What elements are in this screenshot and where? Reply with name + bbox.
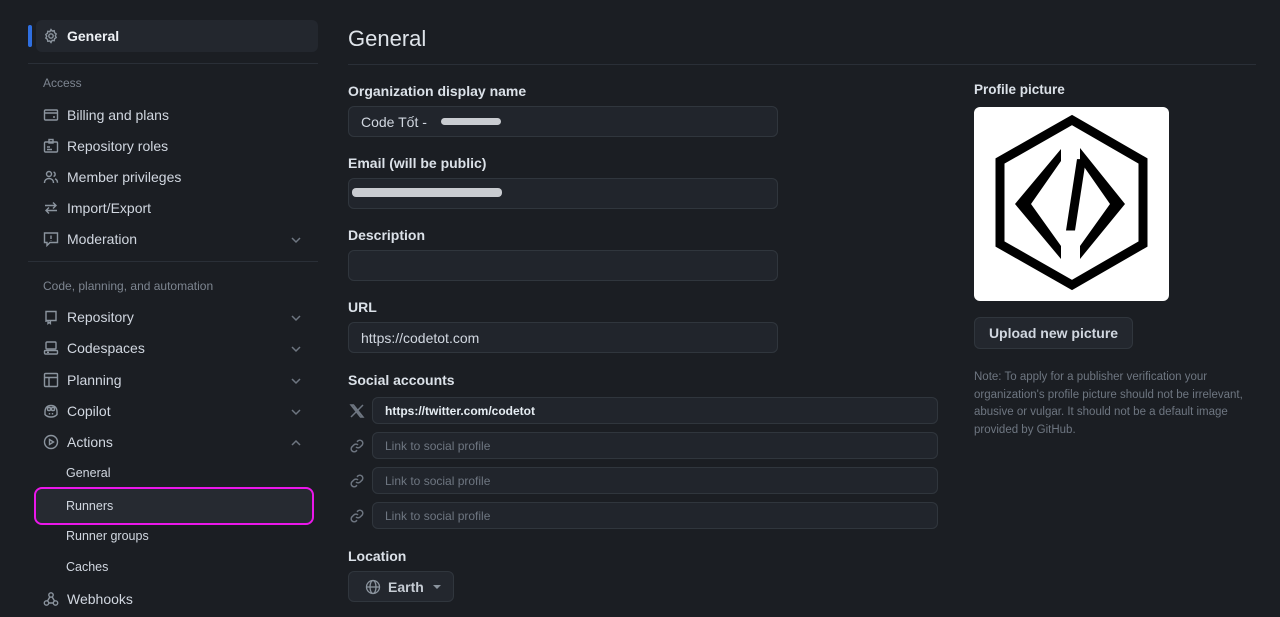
link-icon (348, 437, 365, 454)
title-divider (348, 64, 1256, 65)
credit-card-icon (43, 107, 59, 123)
copilot-icon (43, 403, 59, 419)
arrow-switch-icon (43, 200, 59, 216)
redaction-mark (352, 188, 502, 197)
sidebar-subitem-runner-groups[interactable]: Runner groups (36, 521, 312, 551)
id-badge-icon (43, 138, 59, 154)
sidebar-item-import-export[interactable]: Import/Export (36, 192, 318, 224)
display-name-input[interactable] (348, 106, 778, 137)
url-label: URL (348, 299, 377, 315)
sidebar-item-member-privileges[interactable]: Member privileges (36, 161, 318, 193)
chevron-down-icon[interactable] (290, 405, 302, 417)
sidebar-subitem-actions-general[interactable]: General (36, 458, 312, 488)
chevron-down-icon[interactable] (290, 374, 302, 386)
sidebar-item-label: Moderation (67, 231, 138, 247)
section-label-code-planning: Code, planning, and automation (43, 279, 214, 293)
social-account-row (348, 467, 938, 494)
chevron-down-icon[interactable] (290, 342, 302, 354)
section-label-access: Access (43, 76, 82, 90)
sidebar-divider (28, 261, 318, 262)
profile-picture-note: Note: To apply for a publisher verificat… (974, 371, 1243, 436)
webhook-icon (43, 591, 59, 607)
sidebar-item-label: Import/Export (67, 200, 152, 216)
sidebar-item-repository-roles[interactable]: Repository roles (36, 130, 318, 162)
table-icon (43, 372, 59, 388)
upload-picture-button[interactable]: Upload new picture (974, 317, 1133, 349)
social-link-input[interactable] (372, 397, 938, 424)
social-account-row (348, 397, 938, 424)
sidebar-item-webhooks[interactable]: Webhooks (36, 583, 318, 615)
active-indicator (28, 25, 32, 47)
sidebar-subitem-runners[interactable]: Runners (34, 487, 314, 525)
settings-sidebar: General Access Billing and plans Reposit… (28, 20, 318, 607)
display-name-label: Organization display name (348, 83, 527, 99)
sidebar-subitem-label: Runners (66, 499, 114, 513)
sidebar-item-planning[interactable]: Planning (36, 364, 318, 396)
link-icon (348, 507, 365, 524)
x-twitter-icon (348, 402, 365, 419)
avatar[interactable] (974, 107, 1169, 301)
report-icon (43, 231, 59, 247)
sidebar-subitem-label: General (66, 466, 111, 480)
description-label: Description (348, 227, 426, 243)
sidebar-subitem-label: Runner groups (66, 529, 149, 543)
chevron-down-icon[interactable] (290, 233, 302, 245)
profile-picture-label: Profile picture (974, 82, 1065, 97)
people-icon (43, 169, 59, 185)
sidebar-subitem-caches[interactable]: Caches (36, 552, 312, 582)
code-hexagon-logo (995, 114, 1148, 291)
location-value: Earth (388, 578, 424, 595)
sidebar-item-general[interactable]: General (36, 20, 318, 52)
link-icon (348, 472, 365, 489)
sidebar-subitem-label: Caches (66, 560, 109, 574)
sidebar-item-label: Actions (67, 434, 113, 450)
description-input[interactable] (348, 250, 778, 281)
location-label: Location (348, 548, 407, 564)
url-input[interactable] (348, 322, 778, 353)
codespaces-icon (43, 340, 59, 356)
sidebar-item-repository[interactable]: Repository (36, 301, 318, 333)
play-icon (43, 434, 59, 450)
social-link-input[interactable] (372, 502, 938, 529)
social-link-input[interactable] (372, 432, 938, 459)
caret-down-icon (432, 584, 441, 589)
globe-icon (365, 579, 381, 594)
sidebar-item-codespaces[interactable]: Codespaces (36, 332, 318, 364)
redaction-mark (441, 118, 501, 125)
sidebar-item-moderation[interactable]: Moderation (36, 223, 318, 255)
settings-page: General Access Billing and plans Reposit… (0, 0, 1280, 617)
page-title: General (348, 26, 427, 51)
sidebar-item-label: Repository (67, 309, 134, 325)
sidebar-item-copilot[interactable]: Copilot (36, 395, 318, 427)
chevron-up-icon[interactable] (290, 436, 302, 448)
sidebar-item-label: Member privileges (67, 169, 182, 185)
sidebar-item-label: Copilot (67, 403, 111, 419)
social-account-row (348, 432, 938, 459)
sidebar-item-label: General (67, 28, 120, 44)
sidebar-item-actions[interactable]: Actions (36, 426, 318, 458)
sidebar-item-label: Billing and plans (67, 107, 169, 123)
social-accounts-label: Social accounts (348, 372, 455, 388)
sidebar-item-billing[interactable]: Billing and plans (36, 99, 318, 131)
location-dropdown[interactable]: Earth (348, 571, 454, 602)
sidebar-divider (28, 63, 318, 64)
sidebar-item-label: Webhooks (67, 591, 133, 607)
gear-icon (43, 28, 59, 44)
chevron-down-icon[interactable] (290, 311, 302, 323)
sidebar-item-label: Planning (67, 372, 122, 388)
sidebar-item-label: Repository roles (67, 138, 169, 154)
social-link-input[interactable] (372, 467, 938, 494)
email-label: Email (will be public) (348, 155, 487, 171)
sidebar-item-label: Codespaces (67, 340, 145, 356)
social-account-row (348, 502, 938, 529)
repo-icon (43, 309, 59, 325)
